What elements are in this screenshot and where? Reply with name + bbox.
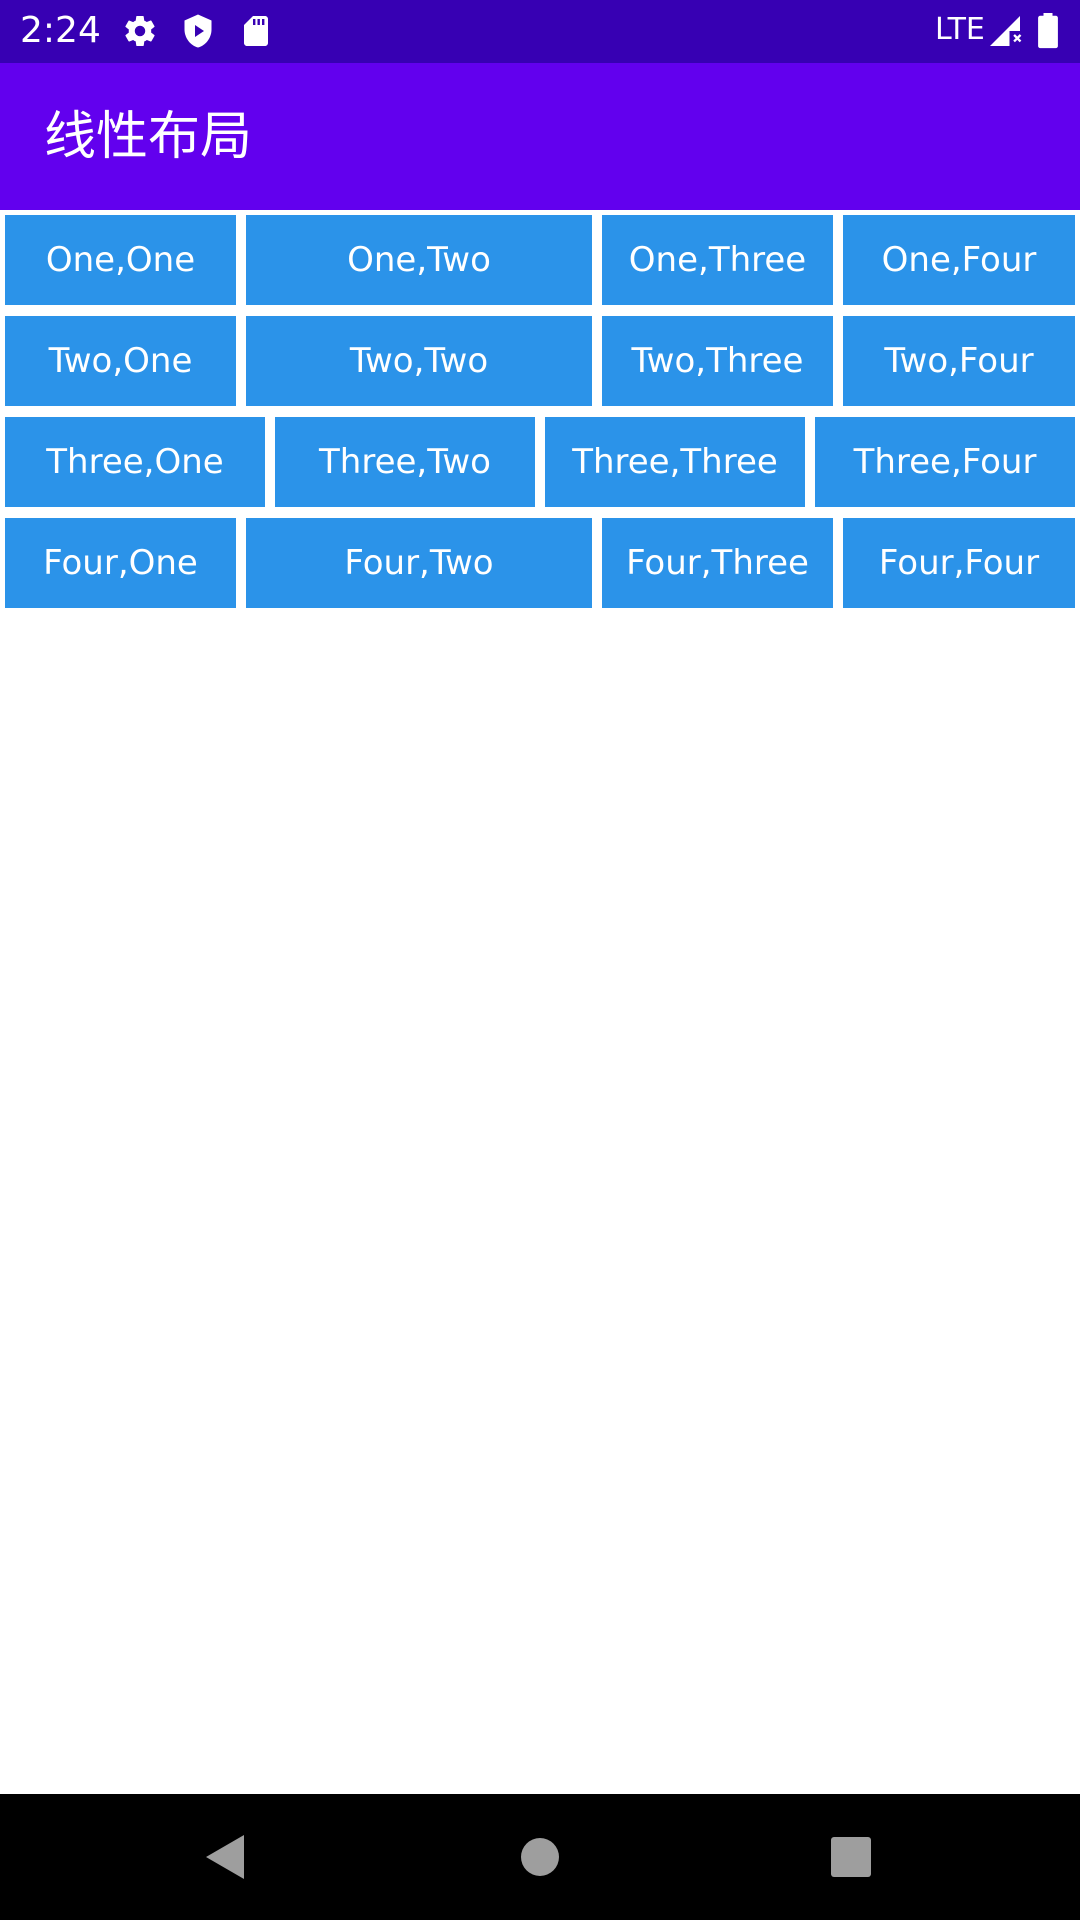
screen: 2:24 LTE 线性布局 One,One One,Two One,Three … — [0, 0, 1080, 1920]
battery-icon — [1036, 13, 1060, 49]
signal-icon — [987, 12, 1023, 48]
cell-four-one-button[interactable]: Four,One — [5, 518, 236, 608]
grid-row-4: Four,One Four,Two Four,Three Four,Four — [0, 513, 1080, 613]
play-protect-icon — [180, 13, 216, 49]
sd-card-icon — [238, 13, 274, 49]
cell-one-one-button[interactable]: One,One — [5, 215, 236, 305]
cell-two-two-button[interactable]: Two,Two — [246, 316, 592, 406]
network-type: LTE — [935, 12, 985, 47]
app-bar: 线性布局 — [0, 63, 1080, 210]
home-icon[interactable] — [510, 1827, 570, 1887]
page-title: 线性布局 — [44, 107, 253, 167]
cell-four-three-button[interactable]: Four,Three — [602, 518, 833, 608]
cell-one-three-button[interactable]: One,Three — [602, 215, 833, 305]
back-icon[interactable] — [196, 1827, 256, 1887]
cell-one-four-button[interactable]: One,Four — [843, 215, 1075, 305]
cell-four-four-button[interactable]: Four,Four — [843, 518, 1075, 608]
cell-two-four-button[interactable]: Two,Four — [843, 316, 1075, 406]
cell-four-two-button[interactable]: Four,Two — [246, 518, 592, 608]
gear-icon — [122, 13, 158, 49]
cell-three-two-button[interactable]: Three,Two — [275, 417, 535, 507]
cell-two-one-button[interactable]: Two,One — [5, 316, 236, 406]
grid-row-1: One,One One,Two One,Three One,Four — [0, 210, 1080, 310]
cell-two-three-button[interactable]: Two,Three — [602, 316, 833, 406]
grid-row-3: Three,One Three,Two Three,Three Three,Fo… — [0, 412, 1080, 512]
status-bar: 2:24 LTE — [0, 0, 1080, 63]
navigation-bar — [0, 1794, 1080, 1920]
recents-icon[interactable] — [821, 1827, 881, 1887]
cell-three-one-button[interactable]: Three,One — [5, 417, 265, 507]
grid-row-2: Two,One Two,Two Two,Three Two,Four — [0, 311, 1080, 411]
cell-three-four-button[interactable]: Three,Four — [815, 417, 1075, 507]
status-time: 2:24 — [20, 10, 101, 51]
cell-three-three-button[interactable]: Three,Three — [545, 417, 805, 507]
cell-one-two-button[interactable]: One,Two — [246, 215, 592, 305]
